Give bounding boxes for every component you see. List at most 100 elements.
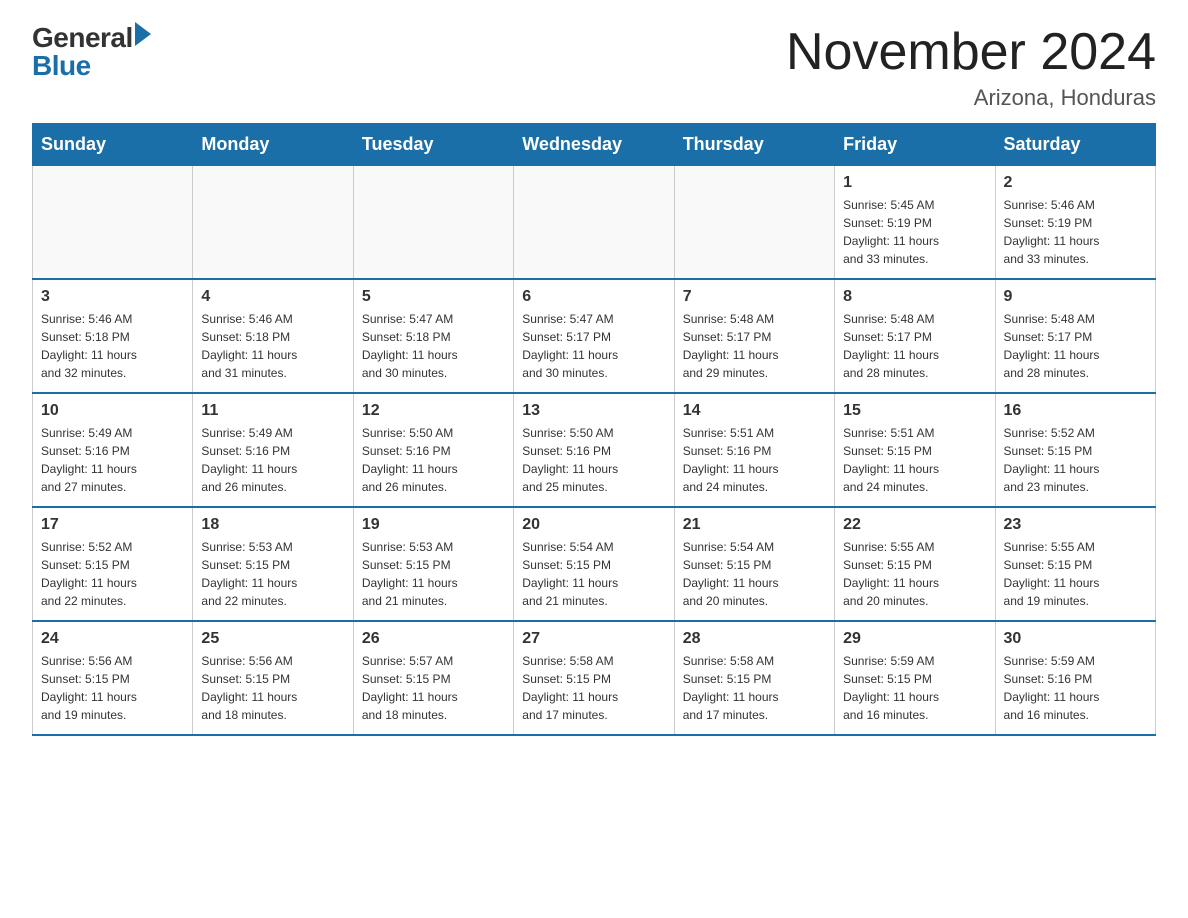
day-number: 16 — [1004, 402, 1147, 420]
day-number: 20 — [522, 516, 665, 534]
day-number: 21 — [683, 516, 826, 534]
day-cell: 3 Sunrise: 5:46 AM Sunset: 5:18 PM Daylig… — [33, 279, 193, 393]
logo-arrow-icon — [135, 22, 151, 46]
day-cell: 15Sunrise: 5:51 AM Sunset: 5:15 PM Dayli… — [835, 393, 995, 507]
day-info: Sunrise: 5:48 AM Sunset: 5:17 PM Dayligh… — [1004, 310, 1147, 382]
column-header-thursday: Thursday — [674, 124, 834, 166]
logo-blue-text: Blue — [32, 52, 91, 80]
day-info: Sunrise: 5:50 AM Sunset: 5:16 PM Dayligh… — [362, 424, 505, 496]
day-cell: 11Sunrise: 5:49 AM Sunset: 5:16 PM Dayli… — [193, 393, 353, 507]
day-info: Sunrise: 5:49 AM Sunset: 5:16 PM Dayligh… — [41, 424, 184, 496]
day-info: Sunrise: 5:50 AM Sunset: 5:16 PM Dayligh… — [522, 424, 665, 496]
day-number: 27 — [522, 630, 665, 648]
day-number: 28 — [683, 630, 826, 648]
day-info: Sunrise: 5:59 AM Sunset: 5:15 PM Dayligh… — [843, 652, 986, 724]
day-info: Sunrise: 5:53 AM Sunset: 5:15 PM Dayligh… — [362, 538, 505, 610]
day-cell: 28 Sunrise: 5:58 AM Sunset: 5:15 PM Dayli… — [674, 621, 834, 735]
day-number: 29 — [843, 630, 986, 648]
day-cell: 17 Sunrise: 5:52 AM Sunset: 5:15 PM Dayli… — [33, 507, 193, 621]
column-header-sunday: Sunday — [33, 124, 193, 166]
day-number: 10 — [41, 402, 184, 420]
day-info: Sunrise: 5:46 AM Sunset: 5:18 PM Dayligh… — [41, 310, 184, 382]
day-cell: 19 Sunrise: 5:53 AM Sunset: 5:15 PM Dayli… — [353, 507, 513, 621]
day-cell: 18 Sunrise: 5:53 AM Sunset: 5:15 PM Dayli… — [193, 507, 353, 621]
day-number: 14 — [683, 402, 826, 420]
day-cell: 27 Sunrise: 5:58 AM Sunset: 5:15 PM Dayli… — [514, 621, 674, 735]
logo-general-text: General — [32, 24, 133, 52]
day-info: Sunrise: 5:55 AM Sunset: 5:15 PM Dayligh… — [1004, 538, 1147, 610]
day-number: 25 — [201, 630, 344, 648]
day-number: 22 — [843, 516, 986, 534]
day-number: 2 — [1004, 174, 1147, 192]
day-info: Sunrise: 5:49 AM Sunset: 5:16 PM Dayligh… — [201, 424, 344, 496]
day-info: Sunrise: 5:58 AM Sunset: 5:15 PM Dayligh… — [522, 652, 665, 724]
day-info: Sunrise: 5:59 AM Sunset: 5:16 PM Dayligh… — [1004, 652, 1147, 724]
day-cell: 10 Sunrise: 5:49 AM Sunset: 5:16 PM Dayli… — [33, 393, 193, 507]
calendar-table: SundayMondayTuesdayWednesdayThursdayFrid… — [32, 123, 1156, 736]
day-cell: 7Sunrise: 5:48 AM Sunset: 5:17 PM Daylig… — [674, 279, 834, 393]
day-info: Sunrise: 5:51 AM Sunset: 5:16 PM Dayligh… — [683, 424, 826, 496]
week-row-4: 17 Sunrise: 5:52 AM Sunset: 5:15 PM Dayli… — [33, 507, 1156, 621]
day-number: 3 — [41, 288, 184, 306]
day-info: Sunrise: 5:57 AM Sunset: 5:15 PM Dayligh… — [362, 652, 505, 724]
day-info: Sunrise: 5:52 AM Sunset: 5:15 PM Dayligh… — [41, 538, 184, 610]
day-info: Sunrise: 5:46 AM Sunset: 5:18 PM Dayligh… — [201, 310, 344, 382]
column-header-friday: Friday — [835, 124, 995, 166]
page-header: General Blue November 2024 Arizona, Hond… — [32, 24, 1156, 111]
day-info: Sunrise: 5:54 AM Sunset: 5:15 PM Dayligh… — [522, 538, 665, 610]
day-number: 9 — [1004, 288, 1147, 306]
day-cell: 12 Sunrise: 5:50 AM Sunset: 5:16 PM Dayli… — [353, 393, 513, 507]
day-info: Sunrise: 5:55 AM Sunset: 5:15 PM Dayligh… — [843, 538, 986, 610]
column-header-monday: Monday — [193, 124, 353, 166]
day-cell: 29 Sunrise: 5:59 AM Sunset: 5:15 PM Dayli… — [835, 621, 995, 735]
day-cell: 30Sunrise: 5:59 AM Sunset: 5:16 PM Dayli… — [995, 621, 1155, 735]
day-info: Sunrise: 5:48 AM Sunset: 5:17 PM Dayligh… — [843, 310, 986, 382]
column-header-tuesday: Tuesday — [353, 124, 513, 166]
day-cell: 23Sunrise: 5:55 AM Sunset: 5:15 PM Dayli… — [995, 507, 1155, 621]
title-section: November 2024 Arizona, Honduras — [786, 24, 1156, 111]
day-number: 19 — [362, 516, 505, 534]
day-number: 12 — [362, 402, 505, 420]
day-number: 17 — [41, 516, 184, 534]
day-number: 8 — [843, 288, 986, 306]
day-number: 7 — [683, 288, 826, 306]
day-number: 5 — [362, 288, 505, 306]
day-cell: 5 Sunrise: 5:47 AM Sunset: 5:18 PM Daylig… — [353, 279, 513, 393]
day-cell: 26 Sunrise: 5:57 AM Sunset: 5:15 PM Dayli… — [353, 621, 513, 735]
day-cell: 24 Sunrise: 5:56 AM Sunset: 5:15 PM Dayli… — [33, 621, 193, 735]
day-info: Sunrise: 5:47 AM Sunset: 5:17 PM Dayligh… — [522, 310, 665, 382]
day-cell: 13 Sunrise: 5:50 AM Sunset: 5:16 PM Dayli… — [514, 393, 674, 507]
week-row-2: 3 Sunrise: 5:46 AM Sunset: 5:18 PM Daylig… — [33, 279, 1156, 393]
day-info: Sunrise: 5:47 AM Sunset: 5:18 PM Dayligh… — [362, 310, 505, 382]
day-cell: 9 Sunrise: 5:48 AM Sunset: 5:17 PM Daylig… — [995, 279, 1155, 393]
day-info: Sunrise: 5:56 AM Sunset: 5:15 PM Dayligh… — [201, 652, 344, 724]
day-number: 13 — [522, 402, 665, 420]
day-cell — [33, 166, 193, 280]
day-info: Sunrise: 5:52 AM Sunset: 5:15 PM Dayligh… — [1004, 424, 1147, 496]
day-cell: 16 Sunrise: 5:52 AM Sunset: 5:15 PM Dayli… — [995, 393, 1155, 507]
day-info: Sunrise: 5:45 AM Sunset: 5:19 PM Dayligh… — [843, 196, 986, 268]
logo: General Blue — [32, 24, 151, 80]
day-cell: 22 Sunrise: 5:55 AM Sunset: 5:15 PM Dayli… — [835, 507, 995, 621]
day-number: 26 — [362, 630, 505, 648]
day-number: 24 — [41, 630, 184, 648]
calendar-header-row: SundayMondayTuesdayWednesdayThursdayFrid… — [33, 124, 1156, 166]
day-cell — [674, 166, 834, 280]
column-header-saturday: Saturday — [995, 124, 1155, 166]
day-info: Sunrise: 5:46 AM Sunset: 5:19 PM Dayligh… — [1004, 196, 1147, 268]
day-cell: 25 Sunrise: 5:56 AM Sunset: 5:15 PM Dayli… — [193, 621, 353, 735]
day-cell — [514, 166, 674, 280]
day-cell: 6Sunrise: 5:47 AM Sunset: 5:17 PM Daylig… — [514, 279, 674, 393]
day-info: Sunrise: 5:58 AM Sunset: 5:15 PM Dayligh… — [683, 652, 826, 724]
week-row-1: 1Sunrise: 5:45 AM Sunset: 5:19 PM Daylig… — [33, 166, 1156, 280]
day-cell: 21Sunrise: 5:54 AM Sunset: 5:15 PM Dayli… — [674, 507, 834, 621]
day-cell: 8 Sunrise: 5:48 AM Sunset: 5:17 PM Daylig… — [835, 279, 995, 393]
month-title: November 2024 — [786, 24, 1156, 81]
day-info: Sunrise: 5:56 AM Sunset: 5:15 PM Dayligh… — [41, 652, 184, 724]
day-info: Sunrise: 5:53 AM Sunset: 5:15 PM Dayligh… — [201, 538, 344, 610]
day-cell: 20 Sunrise: 5:54 AM Sunset: 5:15 PM Dayli… — [514, 507, 674, 621]
day-info: Sunrise: 5:51 AM Sunset: 5:15 PM Dayligh… — [843, 424, 986, 496]
day-number: 4 — [201, 288, 344, 306]
day-number: 18 — [201, 516, 344, 534]
day-cell: 1Sunrise: 5:45 AM Sunset: 5:19 PM Daylig… — [835, 166, 995, 280]
